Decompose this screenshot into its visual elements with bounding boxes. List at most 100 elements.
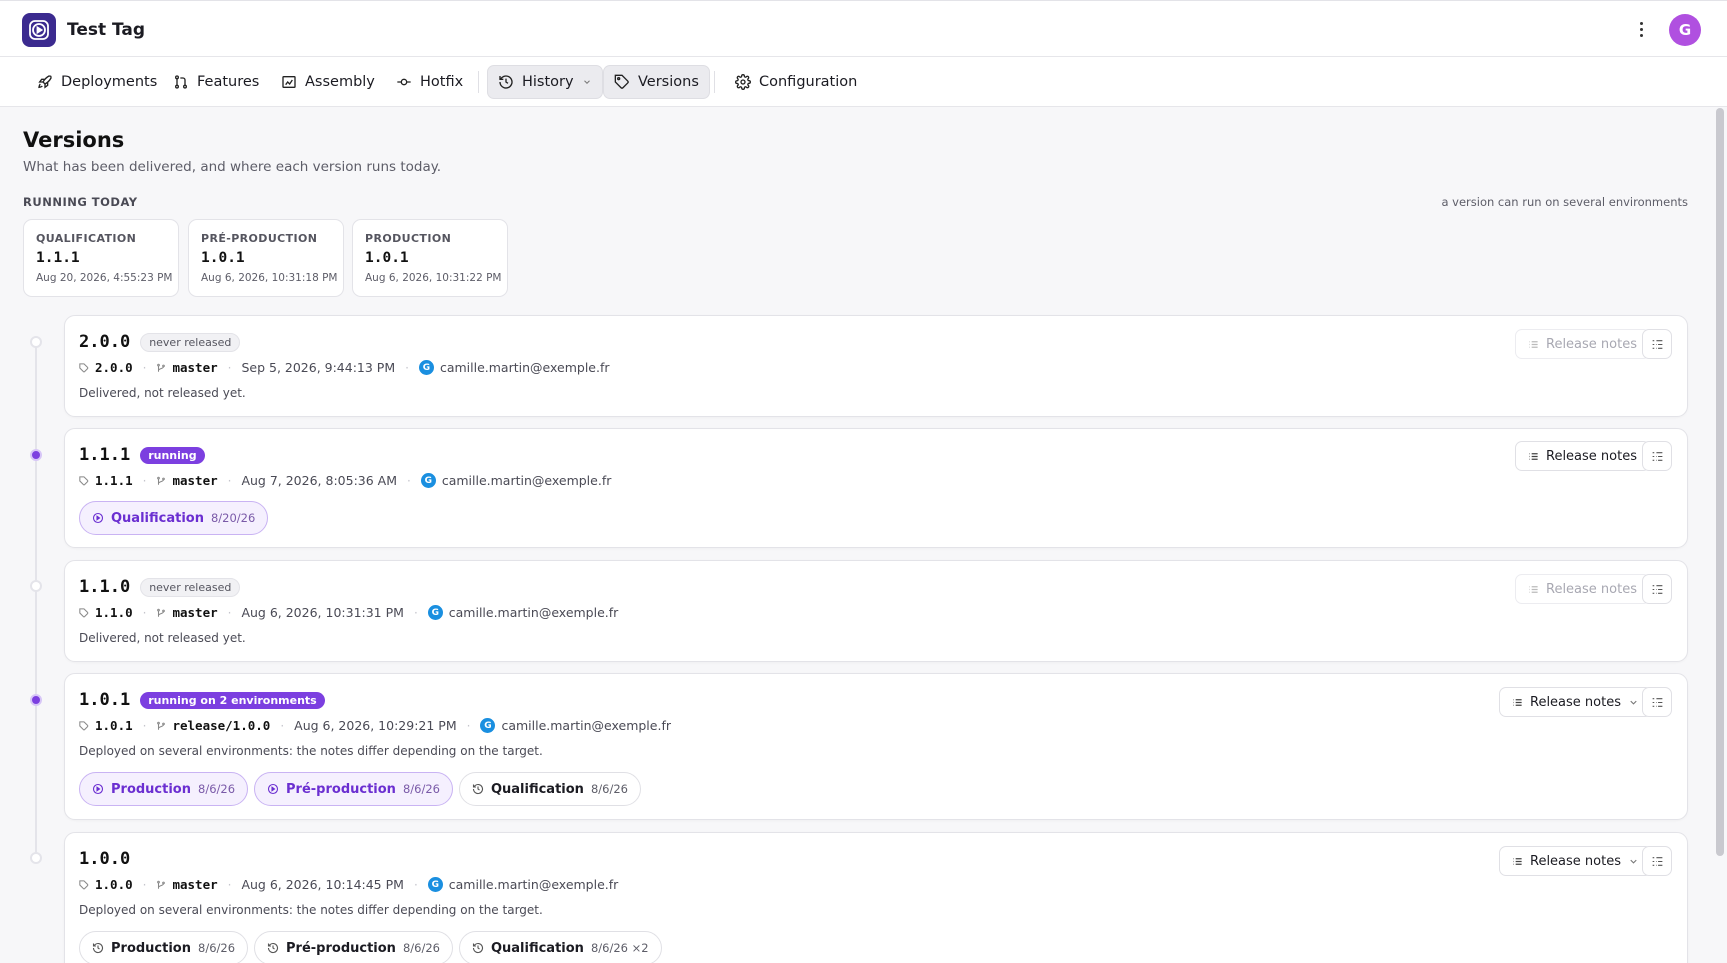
tab-assembly[interactable]: Assembly	[271, 65, 385, 99]
version-branch: master	[172, 605, 218, 620]
version-card-1-0-0[interactable]: 1.0.0 1.0.0 · master · Aug 6, 2026, 10:1…	[64, 832, 1688, 963]
tab-label: Hotfix	[420, 74, 464, 90]
tab-deployments[interactable]: Deployments	[27, 65, 167, 99]
tab-label: Assembly	[305, 74, 375, 90]
branch-icon	[157, 476, 166, 485]
details-button[interactable]	[1642, 846, 1672, 876]
author-avatar: G	[427, 605, 443, 620]
history-icon	[92, 942, 104, 954]
checklist-icon	[1652, 339, 1662, 349]
env-chip-qualification[interactable]: Qualification 8/6/26 ×2	[458, 931, 662, 963]
chip-date: 8/6/26 ×2	[590, 941, 649, 955]
tab-label: Configuration	[759, 74, 858, 90]
version-branch: release/1.0.0	[172, 718, 271, 733]
tab-history[interactable]: History	[487, 65, 603, 99]
play-circle-icon	[92, 512, 104, 524]
env-chip-production[interactable]: Production 8/6/26	[79, 931, 249, 963]
version-author: camille.martin@exemple.fr	[448, 877, 619, 892]
env-chip-qualification[interactable]: Qualification 8/6/26	[458, 772, 641, 806]
version-author: camille.martin@exemple.fr	[441, 473, 612, 488]
tab-hotfix[interactable]: Hotfix	[386, 65, 473, 99]
version-header: 1.1.1 running	[79, 445, 205, 465]
version-card-1-1-0[interactable]: 1.1.0 never released 1.1.0 · master · Au…	[64, 560, 1688, 662]
version-date: Aug 7, 2026, 8:05:36 AM	[241, 473, 397, 488]
chip-date: 8/6/26	[198, 782, 236, 796]
version-meta: 1.1.1 · master · Aug 7, 2026, 8:05:36 AM…	[79, 473, 611, 488]
chip-label: Production	[111, 940, 191, 956]
tab-configuration[interactable]: Configuration	[725, 65, 867, 99]
details-button[interactable]	[1642, 687, 1672, 717]
checklist-icon	[1652, 584, 1662, 594]
env-date: Aug 6, 2026, 10:31:22 PM	[365, 272, 502, 284]
details-button[interactable]	[1642, 574, 1672, 604]
branch-icon	[157, 363, 166, 372]
release-notes-button[interactable]: Release notes	[1515, 574, 1650, 604]
env-chip-preproduction[interactable]: Pré-production 8/6/26	[254, 772, 453, 806]
chevron-down-icon	[1630, 859, 1637, 864]
top-bar: Test Tag G	[0, 0, 1727, 57]
environment-chips: Qualification 8/20/26	[79, 501, 269, 535]
history-icon	[499, 75, 513, 89]
version-note: Deployed on several environments: the no…	[79, 903, 543, 917]
version-note: Delivered, not released yet.	[79, 386, 246, 400]
chip-label: Qualification	[490, 781, 584, 797]
version-meta: 1.0.1 · release/1.0.0 · Aug 6, 2026, 10:…	[79, 718, 671, 733]
version-card-1-0-1[interactable]: 1.0.1 running on 2 environments 1.0.1 · …	[64, 673, 1688, 820]
version-author: camille.martin@exemple.fr	[439, 360, 610, 375]
history-icon	[267, 942, 279, 954]
release-notes-dropdown[interactable]: Release notes	[1499, 846, 1652, 876]
version-header: 2.0.0 never released	[79, 332, 241, 352]
version-date: Aug 6, 2026, 10:14:45 PM	[241, 877, 404, 892]
branch-icon	[157, 608, 166, 617]
details-button[interactable]	[1642, 329, 1672, 359]
play-circle-icon	[92, 783, 104, 795]
chip-date: 8/6/26	[198, 941, 236, 955]
release-notes-button[interactable]: Release notes	[1515, 441, 1650, 471]
chip-date: 8/6/26	[590, 782, 628, 796]
env-chip-qualification[interactable]: Qualification 8/20/26	[79, 501, 269, 535]
running-card-preproduction[interactable]: PRÉ-PRODUCTION 1.0.1 Aug 6, 2026, 10:31:…	[188, 219, 344, 297]
tab-versions[interactable]: Versions	[603, 65, 710, 99]
details-button[interactable]	[1642, 441, 1672, 471]
status-badge: running on 2 environments	[140, 691, 325, 709]
chip-label: Production	[111, 781, 191, 797]
version-card-1-1-1[interactable]: 1.1.1 running 1.1.1 · master · Aug 7, 20…	[64, 428, 1688, 548]
running-today-label: RUNNING TODAY	[23, 195, 138, 209]
app-logo-icon[interactable]	[22, 13, 56, 47]
list-icon	[1529, 585, 1538, 593]
list-icon	[1529, 452, 1538, 460]
assembly-icon	[282, 76, 296, 88]
tag-icon	[79, 607, 89, 617]
version-note: Delivered, not released yet.	[79, 631, 246, 645]
list-icon	[1513, 857, 1522, 865]
timeline-dot	[30, 580, 42, 592]
version-card-2-0-0[interactable]: 2.0.0 never released 2.0.0 · master · Se…	[64, 315, 1688, 417]
chip-date: 8/6/26	[402, 782, 440, 796]
timeline-dot	[30, 852, 42, 864]
running-card-production[interactable]: PRODUCTION 1.0.1 Aug 6, 2026, 10:31:22 P…	[352, 219, 508, 297]
version-number: 1.1.1	[79, 445, 131, 465]
release-notes-button[interactable]: Release notes	[1515, 329, 1650, 359]
version-number: 2.0.0	[79, 332, 131, 352]
running-card-qualification[interactable]: QUALIFICATION 1.1.1 Aug 20, 2026, 4:55:2…	[23, 219, 179, 297]
env-chip-production[interactable]: Production 8/6/26	[79, 772, 249, 806]
env-name: QUALIFICATION	[36, 232, 137, 245]
timeline-dot	[30, 336, 42, 348]
tab-features[interactable]: Features	[163, 65, 269, 99]
checklist-icon	[1652, 856, 1662, 866]
version-tag: 2.0.0	[95, 360, 133, 375]
more-menu-icon[interactable]	[1635, 17, 1647, 41]
release-notes-label: Release notes	[1546, 336, 1637, 352]
history-icon	[472, 942, 484, 954]
status-badge: never released	[140, 577, 241, 597]
version-tag: 1.0.1	[95, 718, 133, 733]
env-chip-preproduction[interactable]: Pré-production 8/6/26	[254, 931, 453, 963]
commit-icon	[397, 78, 411, 86]
scrollbar[interactable]	[1716, 108, 1724, 856]
user-avatar[interactable]: G	[1669, 14, 1701, 46]
chip-label: Pré-production	[286, 781, 396, 797]
version-tag: 1.0.0	[95, 877, 133, 892]
release-notes-label: Release notes	[1530, 694, 1621, 710]
version-header: 1.1.0 never released	[79, 577, 241, 597]
release-notes-dropdown[interactable]: Release notes	[1499, 687, 1652, 717]
